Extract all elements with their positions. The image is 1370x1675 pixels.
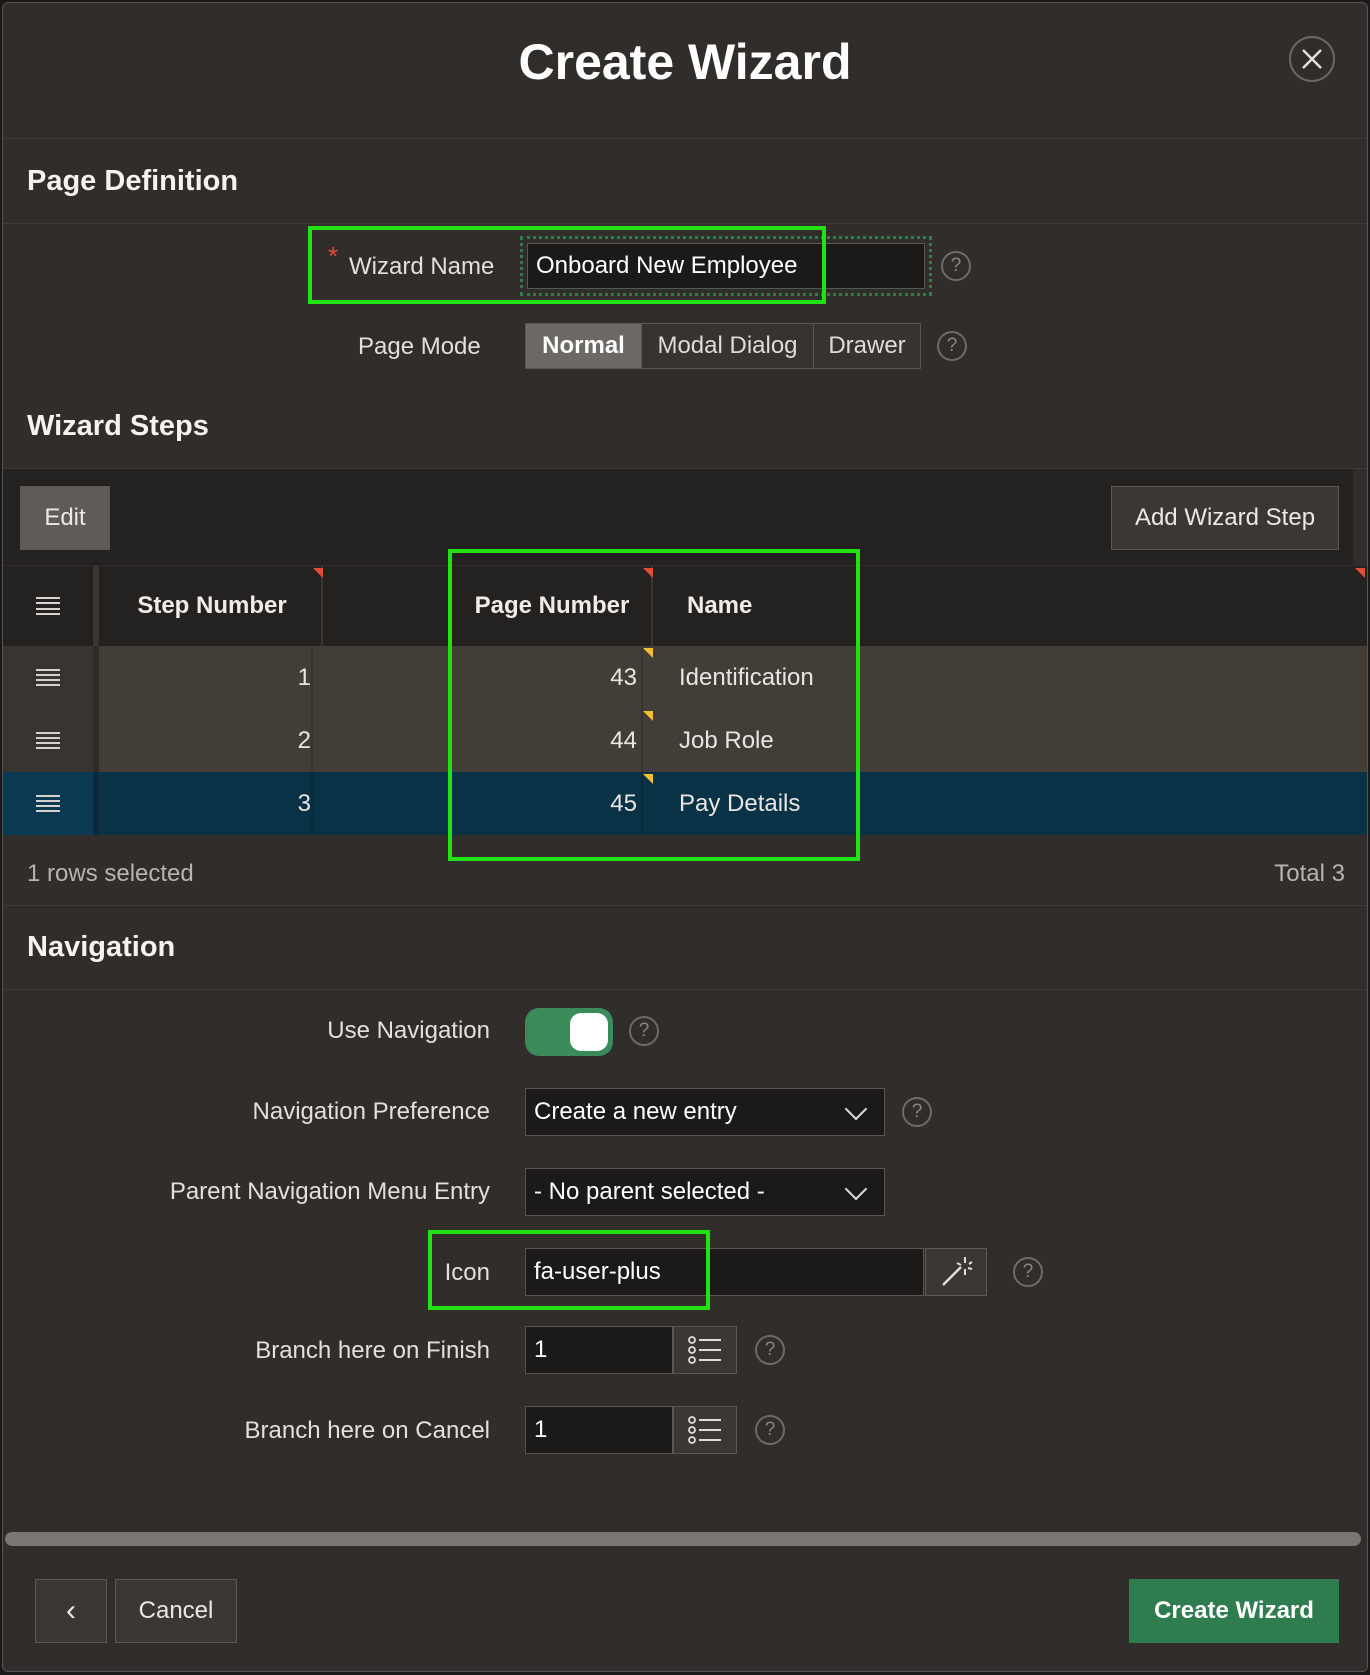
page-mode-selector: Normal Modal Dialog Drawer (525, 323, 921, 369)
table-row-selected[interactable]: 3 45 Pay Details (3, 772, 1367, 835)
horizontal-scrollbar[interactable] (5, 1532, 1361, 1546)
branch-cancel-input[interactable]: 1 (525, 1406, 673, 1454)
page-definition-heading: Page Definition (3, 143, 1367, 224)
grid-toolbar: Edit Add Wizard Step (3, 469, 1353, 565)
chevron-down-icon (844, 1177, 868, 1201)
create-wizard-button[interactable]: Create Wizard (1129, 1579, 1339, 1643)
cancel-button[interactable]: Cancel (115, 1579, 237, 1643)
column-sort-marker (643, 568, 653, 578)
toggle-knob (570, 1013, 608, 1051)
page-mode-help-icon[interactable]: ? (937, 331, 967, 361)
table-row[interactable]: 2 44 Job Role (3, 709, 1367, 772)
drag-handle-icon (36, 731, 60, 750)
create-wizard-dialog: Create Wizard Page Definition * Wizard N… (2, 2, 1368, 1672)
rows-total-count: Total 3 (1274, 860, 1345, 887)
cell-name: Job Role (679, 726, 774, 754)
icon-picker-button[interactable] (925, 1248, 987, 1296)
edit-button[interactable]: Edit (20, 486, 110, 550)
branch-finish-label: Branch here on Finish (255, 1337, 490, 1364)
drag-handle-icon (36, 668, 60, 687)
page-mode-drawer[interactable]: Drawer (814, 324, 920, 368)
branch-finish-list-button[interactable] (673, 1326, 737, 1374)
changed-cell-marker (643, 774, 653, 784)
grid-header: Step Number Page Number Name (3, 566, 1367, 646)
grid-handle-header[interactable] (3, 566, 99, 646)
cell-name: Pay Details (679, 789, 801, 817)
parent-menu-entry-select[interactable]: - No parent selected - (525, 1168, 885, 1216)
wizard-name-help-icon[interactable]: ? (941, 251, 971, 281)
wizard-name-label: Wizard Name (349, 253, 495, 280)
add-wizard-step-button[interactable]: Add Wizard Step (1111, 486, 1339, 550)
column-header-page-number[interactable]: Page Number (453, 566, 653, 646)
chevron-left-icon: ‹ (66, 1594, 76, 1627)
grid-footer-divider (3, 905, 1367, 906)
dialog-footer: ‹ Cancel Create Wizard (3, 1556, 1367, 1671)
branch-cancel-list-button[interactable] (673, 1406, 737, 1454)
branch-finish-help-icon[interactable]: ? (755, 1335, 785, 1365)
row-drag-handle[interactable] (3, 646, 99, 709)
row-drag-handle[interactable] (3, 772, 99, 835)
branch-cancel-help-icon[interactable]: ? (755, 1415, 785, 1445)
column-header-name[interactable]: Name (687, 566, 987, 646)
required-marker: * (328, 241, 339, 271)
dialog-title: Create Wizard (518, 34, 852, 90)
close-button[interactable] (1289, 36, 1335, 82)
magic-wand-icon (942, 1257, 973, 1286)
column-header-step-number[interactable]: Step Number (103, 566, 323, 646)
list-icon (688, 1336, 721, 1364)
navigation-preference-label: Navigation Preference (252, 1098, 490, 1125)
cell-step-number: 3 (103, 772, 313, 835)
use-navigation-toggle[interactable] (525, 1008, 613, 1056)
navigation-preference-select[interactable]: Create a new entry (525, 1088, 885, 1136)
cell-page-number: 45 (325, 772, 643, 835)
icon-label: Icon (444, 1259, 490, 1286)
cell-name: Identification (679, 663, 814, 691)
row-drag-handle[interactable] (3, 709, 99, 772)
wizard-steps-heading: Wizard Steps (3, 388, 1367, 469)
cell-page-number: 44 (325, 709, 643, 772)
icon-help-icon[interactable]: ? (1013, 1257, 1043, 1287)
page-mode-normal[interactable]: Normal (526, 324, 642, 368)
drag-handle-icon (36, 597, 60, 615)
close-icon (1302, 49, 1322, 69)
cell-step-number: 2 (103, 709, 313, 772)
list-icon (688, 1416, 721, 1444)
cell-step-number: 1 (103, 646, 313, 709)
cell-page-number: 43 (325, 646, 643, 709)
parent-menu-entry-label: Parent Navigation Menu Entry (169, 1178, 490, 1205)
changed-cell-marker (643, 648, 653, 658)
use-navigation-label: Use Navigation (327, 1017, 490, 1044)
branch-cancel-label: Branch here on Cancel (244, 1417, 490, 1444)
drag-handle-icon (36, 794, 60, 813)
dialog-titlebar: Create Wizard (3, 3, 1367, 139)
page-mode-label: Page Mode (358, 333, 481, 360)
page-mode-modal-dialog[interactable]: Modal Dialog (642, 324, 814, 368)
icon-input[interactable]: fa-user-plus (525, 1248, 924, 1296)
navigation-preference-help-icon[interactable]: ? (902, 1097, 932, 1127)
chevron-down-icon (844, 1097, 868, 1121)
column-sort-marker (1355, 568, 1365, 578)
use-navigation-help-icon[interactable]: ? (629, 1016, 659, 1046)
wizard-name-input[interactable]: Onboard New Employee (527, 243, 925, 289)
rows-selected-count: 1 rows selected (27, 860, 194, 887)
back-button[interactable]: ‹ (35, 1579, 107, 1643)
changed-cell-marker (643, 711, 653, 721)
branch-finish-input[interactable]: 1 (525, 1326, 673, 1374)
table-row[interactable]: 1 43 Identification (3, 646, 1367, 709)
navigation-heading: Navigation (3, 909, 1367, 990)
column-sort-marker (313, 568, 323, 578)
